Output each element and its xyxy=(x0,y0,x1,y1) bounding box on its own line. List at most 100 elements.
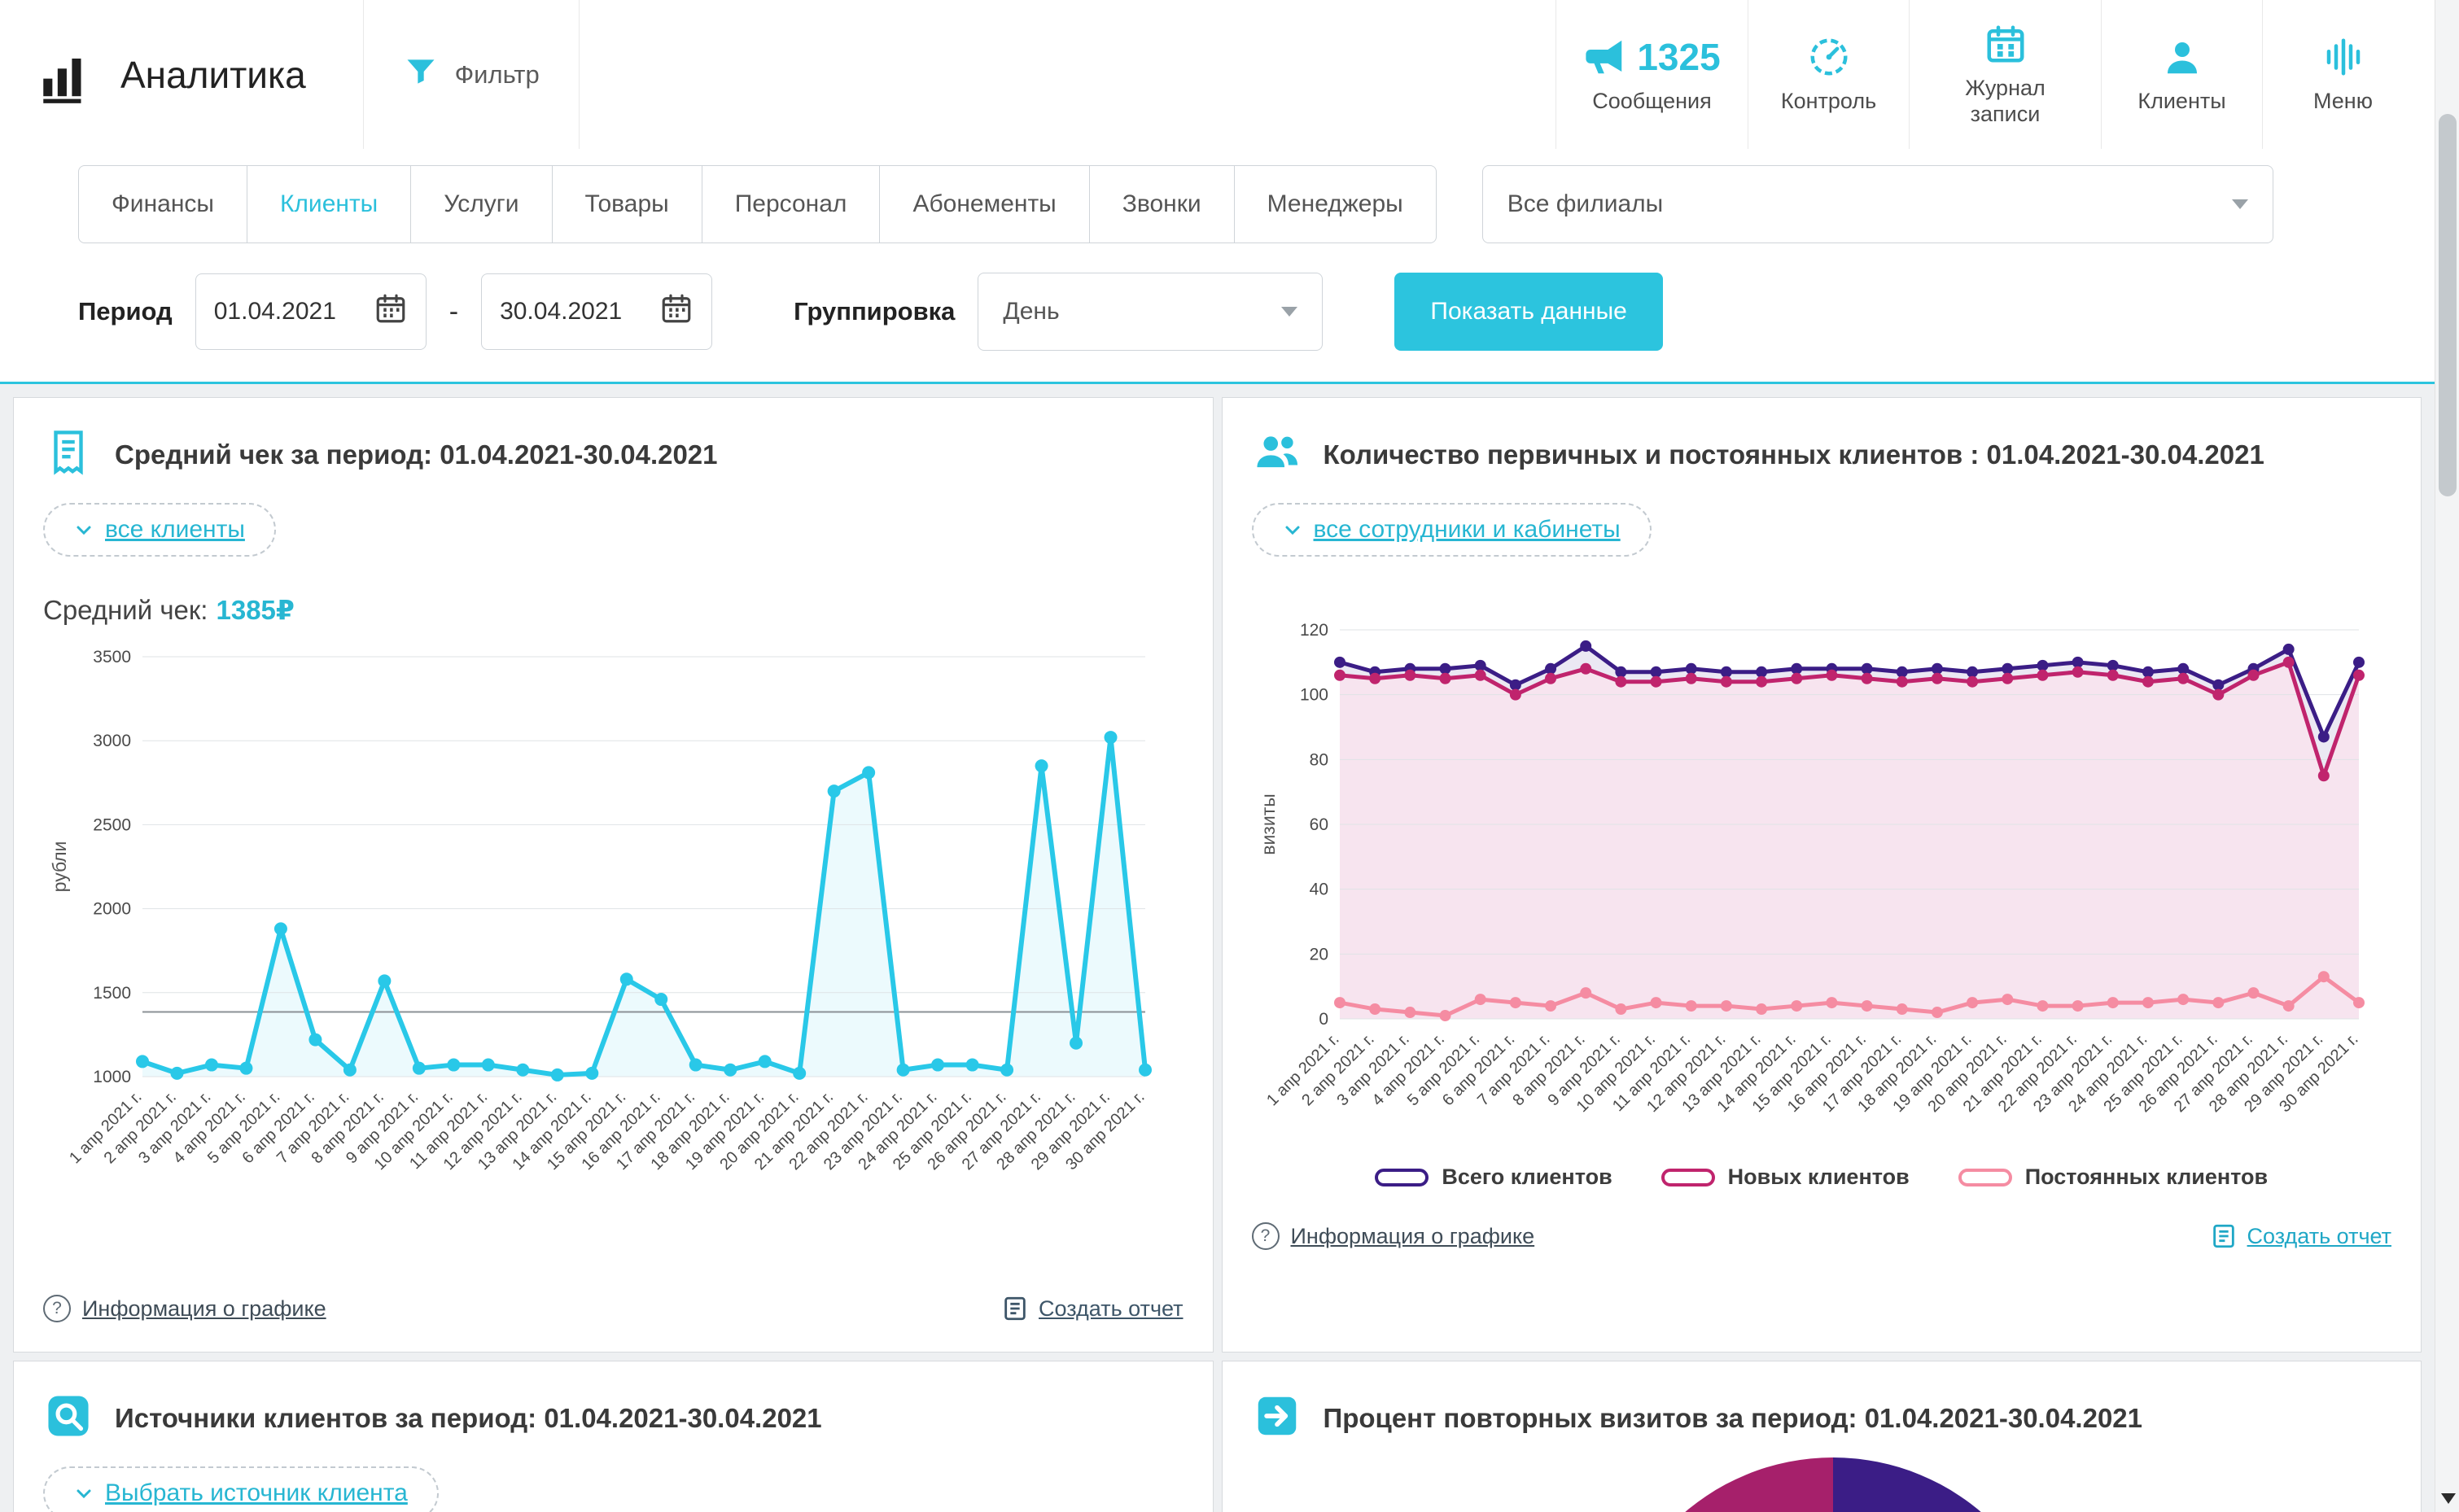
messages-count-badge: 1325 xyxy=(1637,35,1720,79)
avg-check-info-link[interactable]: ? Информация о графике xyxy=(43,1295,326,1322)
repeat-visits-panel: Процент повторных визитов за период: 01.… xyxy=(1222,1361,2422,1512)
filter-tab-7[interactable]: Звонки xyxy=(1090,165,1235,243)
svg-text:3500: 3500 xyxy=(93,648,131,666)
filter-tab-6[interactable]: Абонементы xyxy=(880,165,1089,243)
chevron-down-icon xyxy=(2232,199,2248,209)
nav-journal[interactable]: Журнал записи xyxy=(1909,0,2101,149)
nav-messages-label: Сообщения xyxy=(1592,89,1712,114)
date-to-input[interactable]: 30.04.2021 xyxy=(481,273,712,350)
date-from-value: 01.04.2021 xyxy=(214,298,336,326)
scroll-down-arrow-icon[interactable] xyxy=(2441,1493,2456,1504)
avg-check-report-link[interactable]: Создать отчет xyxy=(1001,1295,1183,1322)
nav-clients[interactable]: Клиенты xyxy=(2101,0,2262,149)
svg-text:40: 40 xyxy=(1309,881,1328,899)
clients-count-panel: Количество первичных и постоянных клиент… xyxy=(1222,397,2422,1352)
avg-check-stat: Средний чек: 1385₽ xyxy=(43,594,1184,626)
filter-row-tabs: ФинансыКлиентыУслугиТоварыПерсоналАбонем… xyxy=(78,165,2423,243)
scrollbar-thumb[interactable] xyxy=(2439,114,2457,496)
filter-tab-2[interactable]: Клиенты xyxy=(247,165,411,243)
clients-legend: Всего клиентов Новых клиентов Постоянных к… xyxy=(1252,1165,2392,1190)
svg-text:1000: 1000 xyxy=(93,1068,131,1086)
filter-tab-1[interactable]: Финансы xyxy=(78,165,247,243)
chevron-down-icon xyxy=(1283,520,1302,540)
show-data-button[interactable]: Показать данные xyxy=(1394,273,1662,351)
calendar-icon xyxy=(659,291,694,332)
report-icon xyxy=(2210,1222,2238,1250)
nav-messages[interactable]: 1325 Сообщения xyxy=(1555,0,1748,149)
clients-count-report-link[interactable]: Создать отчет xyxy=(2210,1222,2391,1250)
branch-select[interactable]: Все филиалы xyxy=(1482,165,2273,243)
client-sources-panel: Источники клиентов за период: 01.04.2021… xyxy=(13,1361,1214,1512)
svg-text:2500: 2500 xyxy=(93,815,131,834)
legend-item-1: Всего клиентов xyxy=(1375,1165,1612,1190)
calendar-icon xyxy=(374,291,408,332)
menu-icon xyxy=(2321,35,2365,79)
grouping-select-value: День xyxy=(1003,298,1059,326)
brand: Аналитика xyxy=(0,0,363,149)
nav-menu[interactable]: Меню xyxy=(2262,0,2423,149)
chevron-down-icon xyxy=(1281,307,1297,317)
filter-row-period: Период 01.04.2021 - 30.04.2021 Группиров… xyxy=(78,273,2423,351)
chevron-down-icon xyxy=(74,520,94,540)
gauge-icon xyxy=(1807,35,1851,79)
avg-check-panel: Средний чек за период: 01.04.2021-30.04.… xyxy=(13,397,1214,1352)
grouping-select[interactable]: День xyxy=(978,273,1323,351)
filter-tab-3[interactable]: Услуги xyxy=(411,165,552,243)
date-from-input[interactable]: 01.04.2021 xyxy=(195,273,427,350)
repeat-visits-header: Процент повторных визитов за период: 01.… xyxy=(1252,1391,2392,1445)
avg-check-filter-pill[interactable]: все клиенты xyxy=(43,503,276,557)
date-range-dash: - xyxy=(449,296,458,328)
topbar-spacer xyxy=(580,0,1555,149)
legend-item-2: Новых клиентов xyxy=(1661,1165,1910,1190)
nav-control[interactable]: Контроль xyxy=(1748,0,1909,149)
clients-count-title: Количество первичных и постоянных клиент… xyxy=(1324,439,2264,470)
funnel-icon xyxy=(403,54,439,96)
date-to-value: 30.04.2021 xyxy=(500,298,622,326)
svg-text:80: 80 xyxy=(1309,750,1328,769)
search-icon xyxy=(43,1391,94,1445)
svg-text:2000: 2000 xyxy=(93,900,131,919)
clients-count-filter-label: все сотрудники и кабинеты xyxy=(1314,516,1621,544)
legend-swatch xyxy=(1958,1169,2012,1186)
avg-check-filter-label: все клиенты xyxy=(105,516,245,544)
svg-text:120: 120 xyxy=(1299,621,1328,640)
svg-text:60: 60 xyxy=(1309,815,1328,834)
filter-tab-5[interactable]: Персонал xyxy=(702,165,881,243)
grouping-label: Группировка xyxy=(794,297,955,326)
page-title: Аналитика xyxy=(120,53,306,97)
bar-chart-logo-icon xyxy=(36,45,96,105)
filter-tab-8[interactable]: Менеджеры xyxy=(1235,165,1437,243)
clients-count-header: Количество первичных и постоянных клиент… xyxy=(1252,427,2392,482)
receipt-icon xyxy=(43,427,94,482)
people-icon xyxy=(1252,427,1302,482)
question-icon: ? xyxy=(43,1295,71,1322)
repeat-visits-title: Процент повторных визитов за период: 01.… xyxy=(1324,1403,2143,1434)
analytics-page: Аналитика Фильтр 1325 Сообщения КонтрольЖу… xyxy=(0,0,2459,1512)
chevron-down-icon xyxy=(74,1484,94,1503)
svg-text:рубли: рубли xyxy=(49,841,70,893)
client-sources-title: Источники клиентов за период: 01.04.2021… xyxy=(115,1403,822,1434)
report-icon xyxy=(1001,1295,1029,1322)
clients-count-filter-pill[interactable]: все сотрудники и кабинеты xyxy=(1252,503,1652,557)
client-sources-filter-pill[interactable]: Выбрать источник клиента xyxy=(43,1466,439,1512)
scrollbar[interactable] xyxy=(2435,0,2459,1512)
nav-clients-label: Клиенты xyxy=(2137,89,2225,114)
svg-text:0: 0 xyxy=(1319,1010,1328,1029)
nav-menu-label: Меню xyxy=(2313,89,2373,114)
question-icon: ? xyxy=(1252,1222,1280,1250)
avg-check-chart: 1000150020002500300035001 апр 2021 г.2 а… xyxy=(43,632,1183,1236)
avg-check-stat-value: 1385₽ xyxy=(216,595,294,625)
legend-item-3: Постоянных клиентов xyxy=(1958,1165,2268,1190)
clients-chart: 0204060801001201 апр 2021 г.2 апр 2021 г… xyxy=(1252,605,2391,1175)
avg-check-footer: ? Информация о графике Создать отчет xyxy=(43,1282,1184,1322)
period-label: Период xyxy=(78,297,173,326)
person-icon xyxy=(2160,35,2204,79)
svg-text:визиты: визиты xyxy=(1258,793,1279,855)
clients-count-info-link[interactable]: ? Информация о графике xyxy=(1252,1222,1535,1250)
svg-text:3000: 3000 xyxy=(93,732,131,750)
filter-tab[interactable]: Фильтр xyxy=(363,0,580,149)
calendar-icon xyxy=(1984,22,2028,66)
avg-check-header: Средний чек за период: 01.04.2021-30.04.… xyxy=(43,427,1184,482)
avg-check-stat-label: Средний чек: xyxy=(43,595,208,625)
filter-tab-4[interactable]: Товары xyxy=(553,165,702,243)
